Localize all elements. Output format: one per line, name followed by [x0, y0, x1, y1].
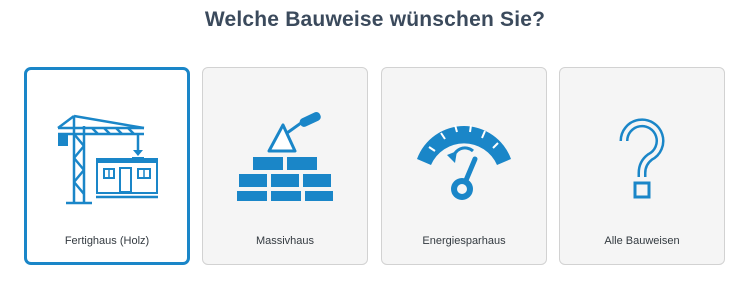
crane-house-icon: [27, 106, 187, 206]
option-label: Fertighaus (Holz): [64, 235, 150, 247]
option-card-alle-bauweisen[interactable]: Alle Bauweisen: [559, 67, 725, 265]
option-label: Alle Bauweisen: [604, 235, 680, 247]
question-mark-icon: [560, 106, 724, 206]
page-title: Welche Bauweise wünschen Sie?: [204, 8, 546, 31]
option-label: Energiesparhaus: [422, 235, 506, 247]
option-label: Massivhaus: [255, 235, 315, 247]
bricks-trowel-icon: [203, 106, 367, 206]
option-card-massivhaus[interactable]: Massivhaus: [202, 67, 368, 265]
gauge-icon: [382, 106, 546, 206]
option-card-energiesparhaus[interactable]: Energiesparhaus: [381, 67, 547, 265]
option-card-fertighaus[interactable]: Fertighaus (Holz): [24, 67, 190, 265]
